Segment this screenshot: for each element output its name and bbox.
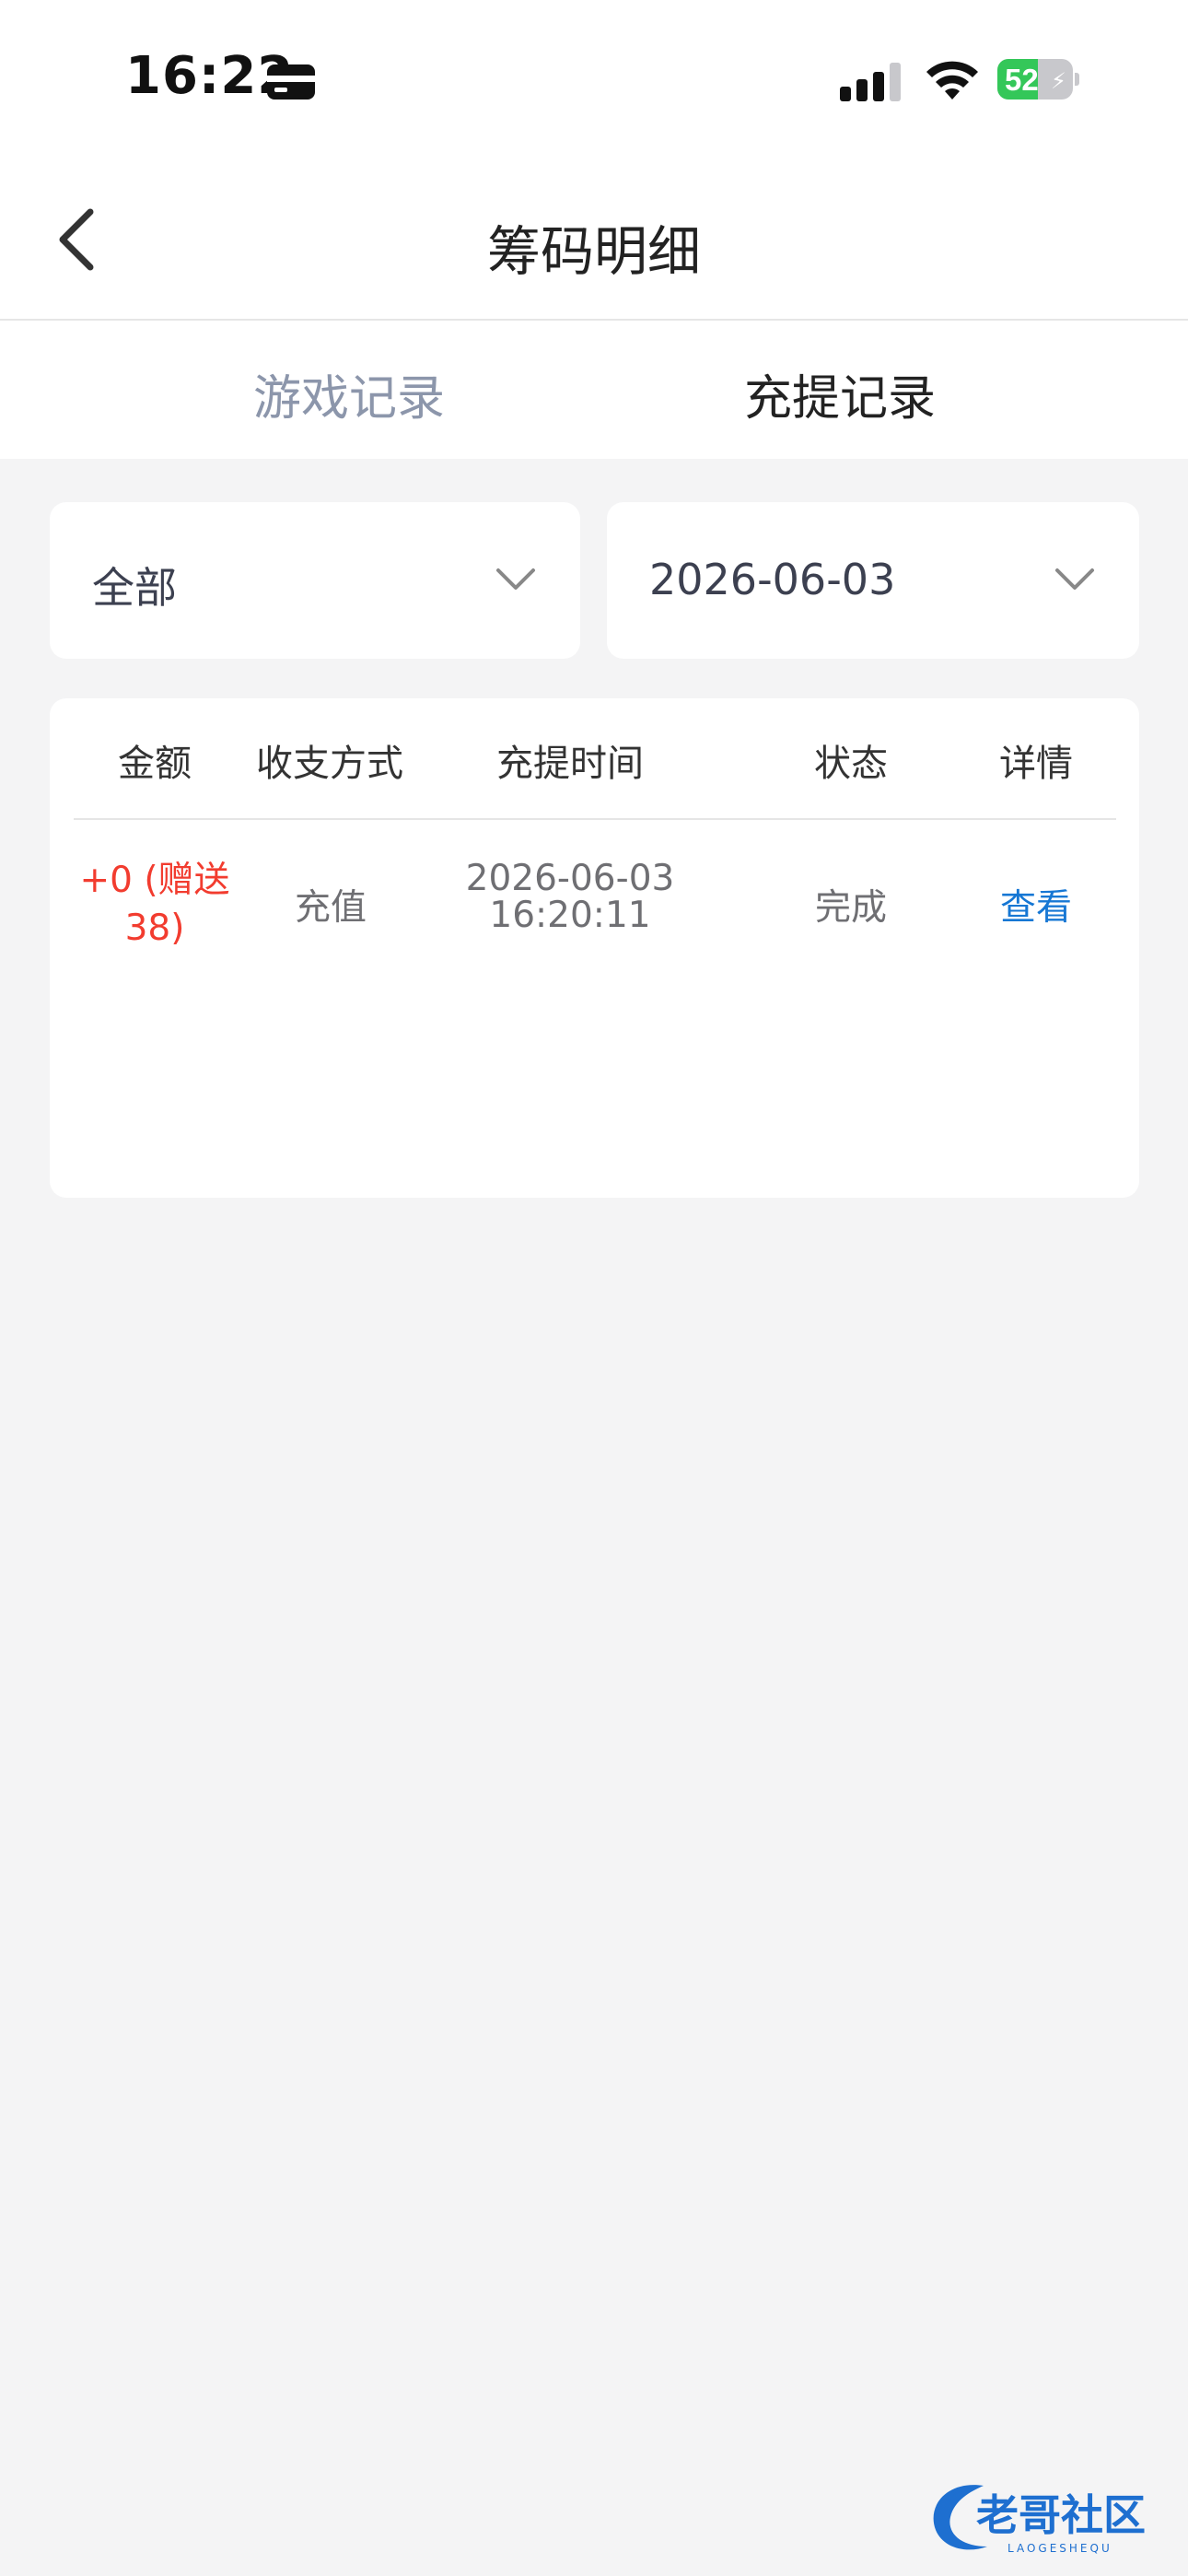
amount-bonus-line: 38) <box>124 907 185 949</box>
row-status: 完成 <box>814 887 887 929</box>
battery-level: 52 <box>1005 63 1039 97</box>
amount-line: +0 (赠送 <box>79 860 230 901</box>
date-filter-dropdown[interactable]: 2026-06-03 <box>607 502 1139 659</box>
cellular-signal-icon <box>840 63 904 101</box>
header-status: 状态 <box>814 743 888 785</box>
tab-game-records[interactable]: 游戏记录 <box>253 359 445 428</box>
status-bar: 16:22 52 ⚡ <box>0 0 1188 157</box>
chevron-down-icon <box>1055 568 1094 590</box>
wallet-card-icon <box>267 64 315 100</box>
header-divider <box>74 818 1116 820</box>
header-detail: 详情 <box>999 743 1073 785</box>
header-amount: 金额 <box>118 743 192 785</box>
row-amount: +0 (赠送 38) <box>77 857 232 953</box>
row-date: 2026-06-03 <box>465 858 675 899</box>
chevron-down-icon <box>496 568 535 590</box>
page-title: 筹码明细 <box>486 220 701 283</box>
view-detail-link[interactable]: 查看 <box>988 879 1084 931</box>
row-method: 充值 <box>294 887 367 929</box>
svg-text:老哥社区: 老哥社区 <box>976 2490 1146 2540</box>
tab-deposit-withdraw-records[interactable]: 充提记录 <box>744 359 936 428</box>
date-filter-value: 2026-06-03 <box>649 555 896 604</box>
row-clock: 16:20:11 <box>489 895 651 936</box>
tab-bar: 游戏记录 充提记录 <box>0 321 1188 459</box>
type-filter-value: 全部 <box>92 563 177 613</box>
wifi-icon <box>926 61 978 100</box>
row-time: 2026-06-03 16:20:11 <box>455 861 685 934</box>
type-filter-dropdown[interactable]: 全部 <box>50 502 580 659</box>
nav-bar: 筹码明细 <box>0 157 1188 321</box>
battery-icon: 52 ⚡ <box>997 59 1080 100</box>
header-method: 收支方式 <box>256 743 403 785</box>
header-time: 充提时间 <box>496 743 644 785</box>
records-table: 金额 收支方式 充提时间 状态 详情 +0 (赠送 38) 充值 2026-06… <box>50 698 1139 1198</box>
community-logo-watermark: 老哥社区 LAOGESHEQU <box>933 2485 1146 2555</box>
svg-text:LAOGESHEQU: LAOGESHEQU <box>1007 2542 1112 2555</box>
